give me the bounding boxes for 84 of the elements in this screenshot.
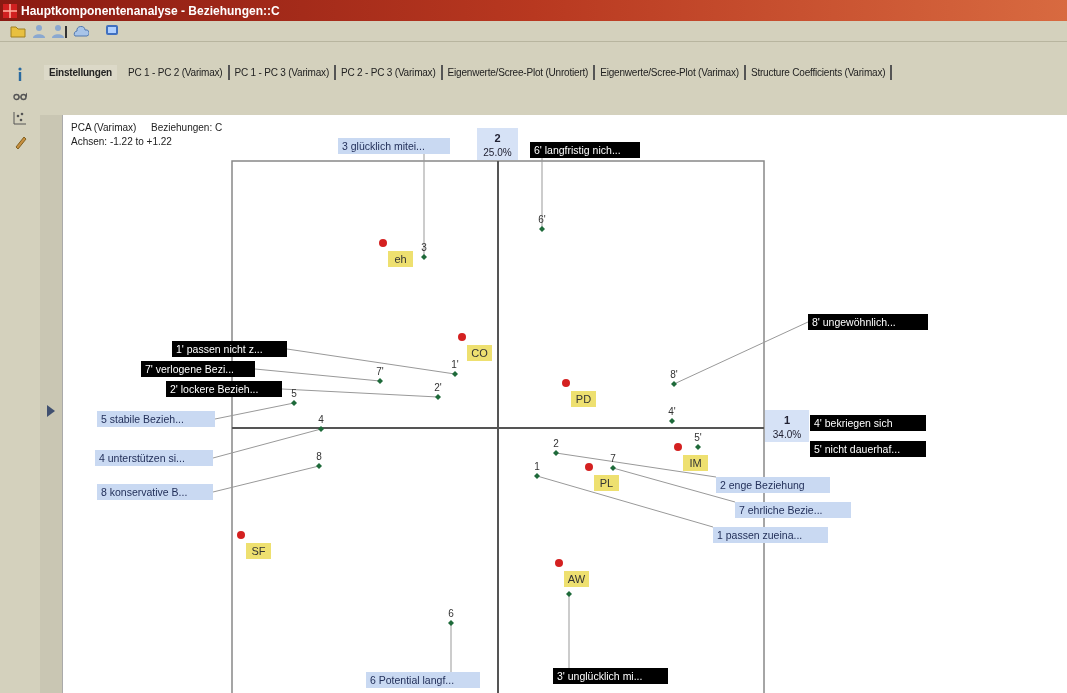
construct-label: 5' nicht dauerhaf...	[810, 441, 926, 457]
construct-label: 6 Potential langf...	[366, 672, 480, 688]
data-point	[377, 378, 383, 384]
construct-label: 7 ehrliche Bezie...	[735, 502, 851, 518]
construct-label: 2' lockere Bezieh...	[166, 381, 282, 397]
construct-label: 8 konservative B...	[97, 484, 213, 500]
element-label: eh	[388, 251, 413, 267]
data-point	[435, 394, 441, 400]
axis-range: Achsen: -1.22 to +1.22	[71, 136, 172, 147]
point-number: 6	[448, 608, 454, 619]
element-dot	[585, 463, 593, 471]
point-number: 8'	[670, 369, 678, 380]
point-number: 7'	[376, 366, 384, 377]
point-number: 7	[610, 453, 616, 464]
tab[interactable]: Structure Coefficients (Varimax)	[745, 65, 893, 80]
grid-icon	[3, 3, 17, 18]
construct-label: 5 stabile Bezieh...	[97, 411, 215, 427]
plot-title: PCA (Varimax)	[71, 122, 137, 133]
data-point	[318, 426, 324, 432]
element-label: PD	[571, 391, 596, 407]
element-dot	[674, 443, 682, 451]
data-point	[539, 226, 545, 232]
data-point	[553, 450, 559, 456]
tab[interactable]: PC 1 - PC 2 (Varimax)	[122, 65, 230, 80]
play-icon[interactable]	[47, 405, 55, 417]
data-point	[534, 473, 540, 479]
point-number: 8	[316, 451, 322, 462]
element-label: AW	[564, 571, 589, 587]
construct-label: 4' bekriegen sich	[810, 415, 926, 431]
construct-label: 3' unglücklich mi...	[553, 668, 668, 684]
leader-line	[450, 622, 452, 673]
element-dot	[562, 379, 570, 387]
data-point	[671, 381, 677, 387]
construct-label: 2 enge Beziehung	[716, 477, 830, 493]
monitor-icon[interactable]	[104, 24, 120, 38]
point-number: 3	[421, 242, 427, 253]
data-point	[610, 465, 616, 471]
data-point	[566, 591, 572, 597]
data-point	[316, 463, 322, 469]
data-point	[695, 444, 701, 450]
folder-icon[interactable]	[10, 24, 26, 38]
element-dot	[379, 239, 387, 247]
point-number: 4'	[668, 406, 676, 417]
element-dot	[555, 559, 563, 567]
data-point	[421, 254, 427, 260]
construct-label: 1 passen zueina...	[713, 527, 828, 543]
cloud-icon[interactable]	[73, 24, 89, 38]
construct-label: 6' langfristig nich...	[530, 142, 640, 158]
point-number: 4	[318, 414, 324, 425]
tab[interactable]: Eigenwerte/Scree-Plot (Unrotiert)	[442, 65, 596, 80]
data-point	[291, 400, 297, 406]
window-title: Hauptkomponentenanalyse - Beziehungen::C	[21, 3, 280, 18]
tab[interactable]: Eigenwerte/Scree-Plot (Varimax)	[595, 65, 746, 80]
point-number: 1'	[451, 359, 459, 370]
person-icon[interactable]	[52, 24, 68, 38]
data-point	[452, 371, 458, 377]
construct-label: 7' verlogene Bezi...	[141, 361, 255, 377]
element-label: IM	[683, 455, 708, 471]
tab[interactable]: PC 2 - PC 3 (Varimax)	[336, 65, 443, 80]
construct-label: 1' passen nicht z...	[172, 341, 287, 357]
element-label: CO	[467, 345, 492, 361]
plot-subtitle: Beziehungen: C	[151, 122, 223, 133]
construct-label: 8' ungewöhnlich...	[808, 314, 928, 330]
point-number: 1	[534, 461, 540, 472]
point-number: 2'	[434, 382, 442, 393]
data-point	[669, 418, 675, 424]
point-number: 2	[553, 438, 559, 449]
element-dot	[237, 531, 245, 539]
pen-icon[interactable]	[13, 135, 27, 149]
element-label: PL	[594, 475, 619, 491]
point-number: 6'	[538, 214, 546, 225]
glasses-icon[interactable]	[13, 91, 27, 101]
axis-label: 2 25.0%	[477, 128, 518, 160]
element-label: SF	[246, 543, 271, 559]
point-number: 5	[291, 388, 297, 399]
point-number: 5'	[694, 432, 702, 443]
element-dot	[458, 333, 466, 341]
tab[interactable]: PC 1 - PC 3 (Varimax)	[229, 65, 337, 80]
construct-label: 3 glücklich mitei...	[338, 138, 450, 154]
data-point	[448, 620, 454, 626]
construct-label: 4 unterstützen si...	[95, 450, 213, 466]
scatter-icon[interactable]	[13, 111, 27, 125]
tab[interactable]: Einstellungen	[44, 65, 117, 80]
axis-label: 1 34.0%	[765, 410, 809, 442]
